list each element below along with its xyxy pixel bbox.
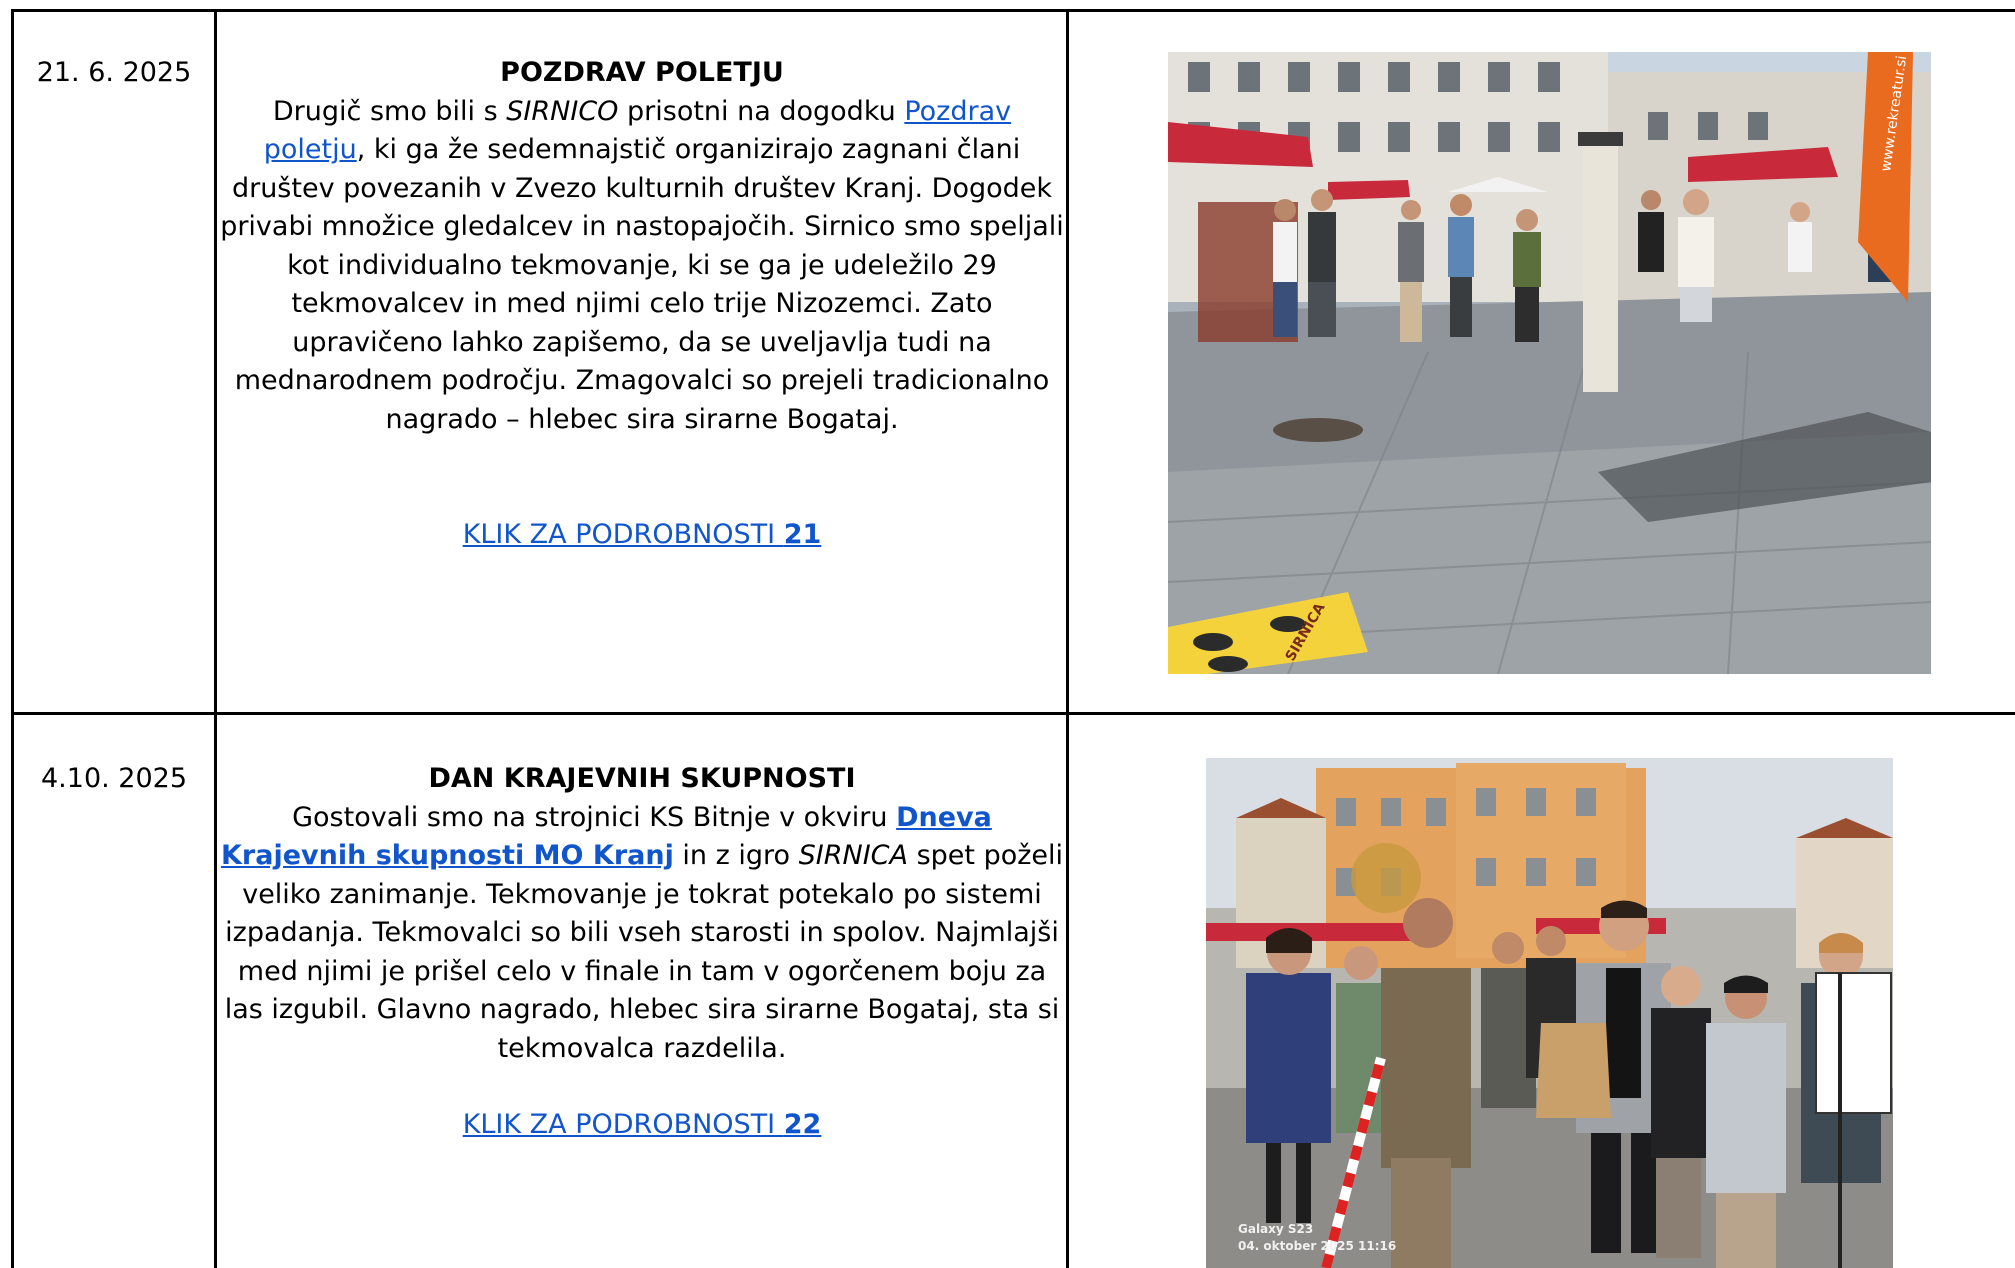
column-divider-1 [214, 9, 217, 1268]
events-table: 21. 6. 2025 POZDRAV POLETJU Drugič smo b… [0, 0, 2015, 1268]
photo-watermark-device: Galaxy S23 [1238, 1222, 1313, 1236]
event-text: in z igro [673, 840, 799, 871]
event-text-italic: SIRNICO [506, 95, 619, 127]
photo-watermark-date: 04. oktober 2025 11:16 [1238, 1239, 1396, 1253]
event-date: 21. 6. 2025 [14, 54, 214, 92]
event-description: DAN KRAJEVNIH SKUPNOSTI Gostovali smo na… [218, 760, 1066, 1145]
event-text: Gostovali smo na strojnici KS Bitnje v o… [292, 801, 897, 833]
details-link-text[interactable]: KLIK ZA PODROBNOSTI [463, 1109, 784, 1140]
event-text: spet poželi veliko zanimanje. Tekmovanje… [224, 840, 1064, 1064]
event-text: , ki ga že sedemnajstič organizirajo zag… [220, 134, 1064, 435]
event-date: 4.10. 2025 [14, 760, 214, 798]
event-description: POZDRAV POLETJU Drugič smo bili s SIRNIC… [218, 54, 1066, 555]
row-divider [11, 712, 2015, 715]
column-divider-2 [1066, 9, 1069, 1268]
event-text: Drugič smo bili s [272, 95, 507, 127]
event-photo: Galaxy S23 04. oktober 2025 11:16 [1206, 758, 1893, 1268]
event-date-text: 21. 6. 2025 [36, 57, 192, 88]
details-link-text[interactable]: KLIK ZA PODROBNOSTI [463, 519, 784, 550]
event-text: prisotni na dogodku [618, 95, 905, 127]
table-border-top [11, 9, 2015, 12]
event-title: DAN KRAJEVNIH SKUPNOSTI [428, 763, 856, 794]
details-link[interactable]: KLIK ZA PODROBNOSTI 21 [218, 516, 1066, 555]
event-title: POZDRAV POLETJU [500, 57, 784, 88]
event-date-text: 4.10. 2025 [41, 763, 187, 794]
details-link[interactable]: KLIK ZA PODROBNOSTI 22 [218, 1106, 1066, 1145]
table-border-left [11, 9, 14, 1268]
details-link-number[interactable]: 22 [784, 1109, 822, 1140]
event-text-italic: SIRNICA [798, 840, 908, 871]
event-photo: www.rekreatur.si SIRNICA [1168, 52, 1931, 674]
details-link-number[interactable]: 21 [784, 519, 822, 550]
